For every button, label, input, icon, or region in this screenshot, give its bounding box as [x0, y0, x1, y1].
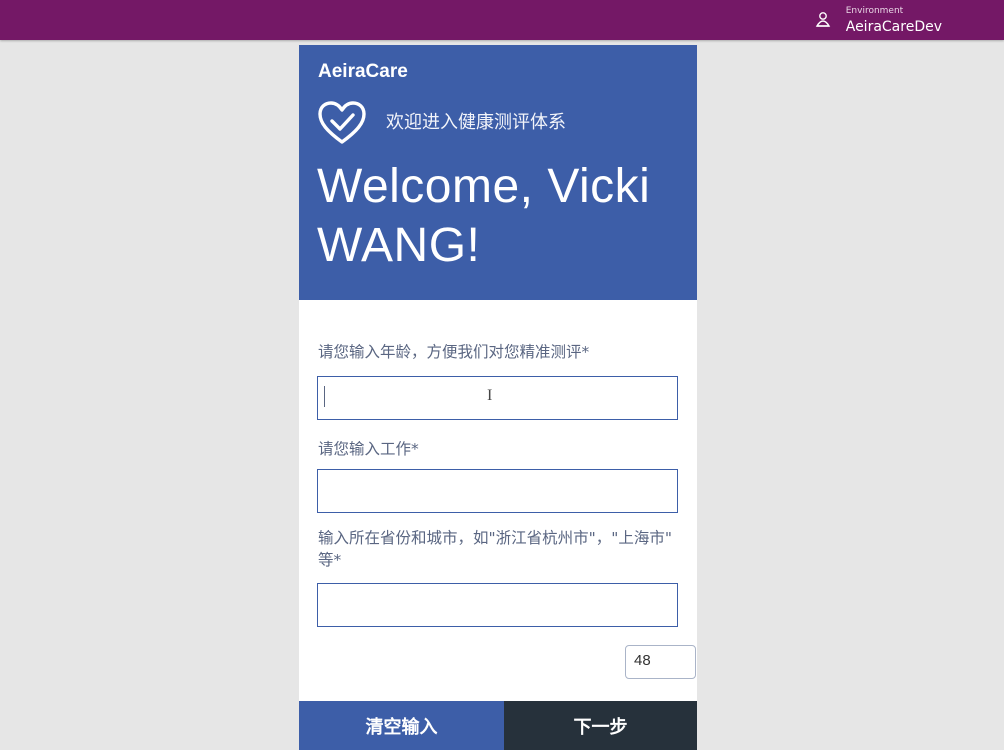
city-label: 输入所在省份和城市，如"浙江省杭州市"，"上海市" 等* [318, 529, 673, 569]
age-label: 请您输入年龄，方便我们对您精准测评* [318, 343, 590, 361]
age-input[interactable] [317, 376, 678, 420]
app-name: AeiraCare [318, 61, 408, 82]
job-input[interactable] [317, 469, 678, 513]
environment-bar: Environment AeiraCareDev [0, 0, 1004, 40]
heart-check-icon [318, 101, 366, 144]
welcome-subtitle: 欢迎进入健康测评体系 [386, 112, 566, 133]
welcome-title: Welcome, Vicki WANG! [317, 160, 651, 272]
job-label: 请您输入工作* [318, 440, 419, 458]
next-step-button[interactable]: 下一步 [504, 701, 697, 750]
app-screen: AeiraCare 欢迎进入健康测评体系 Welcome, Vicki WANG… [299, 45, 697, 750]
environment-name: AeiraCareDev [845, 18, 942, 35]
environment-indicator[interactable]: Environment AeiraCareDev [814, 0, 942, 40]
text-caret [324, 386, 325, 407]
age-display: 48 [625, 645, 696, 679]
city-input[interactable] [317, 583, 678, 627]
environment-caption: Environment [845, 5, 904, 16]
welcome-header: AeiraCare 欢迎进入健康测评体系 Welcome, Vicki WANG… [299, 45, 697, 300]
environment-icon [815, 12, 830, 27]
clear-input-button[interactable]: 清空输入 [299, 701, 504, 750]
